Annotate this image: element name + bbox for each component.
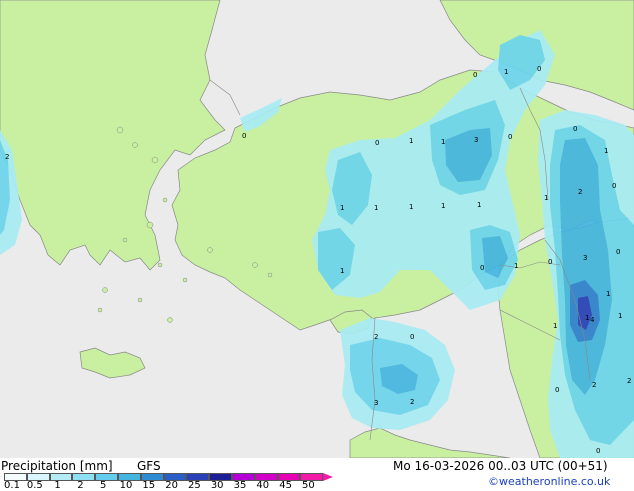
point-label: 2	[374, 333, 378, 341]
legend-tick-label: 20	[165, 480, 178, 491]
point-label: 1	[409, 137, 413, 145]
legend-tick-label: 1	[54, 480, 61, 491]
legend-tick-label: 45	[279, 480, 292, 491]
point-label: 2	[627, 377, 631, 385]
forecast-timestamp: Mo 16-03-2026 00..03 UTC (00+51)	[393, 459, 608, 473]
point-label: 3	[474, 136, 478, 144]
point-label: 0	[508, 133, 512, 141]
point-label: 1	[618, 312, 622, 320]
point-label: 1	[544, 194, 548, 202]
point-label: 1	[504, 68, 508, 76]
legend-swatch	[95, 473, 118, 481]
legend-title: Precipitation [mm]	[1, 459, 113, 473]
point-label: 0	[548, 258, 552, 266]
point-label: 0	[480, 264, 484, 272]
legend-tick-label: 5	[100, 480, 107, 491]
legend-tick-label: 25	[188, 480, 201, 491]
point-label: 0	[242, 132, 246, 140]
legend-tick-label: 50	[302, 480, 315, 491]
point-label: 1	[514, 262, 518, 270]
legend-tick-label: 2	[77, 480, 84, 491]
precipitation-map: 0 1 0 0 0 1 3 1 0 1 1 1 1 1 1 1 2 1 1 0 …	[0, 0, 634, 458]
point-label: 1	[477, 201, 481, 209]
point-label: 3	[374, 399, 378, 407]
point-label: 2	[410, 398, 414, 406]
point-label: 1	[340, 204, 344, 212]
point-label: 0	[375, 139, 379, 147]
legend-tick-label: 0.5	[26, 480, 43, 491]
point-label: 1	[553, 322, 557, 330]
point-label: 2	[592, 381, 596, 389]
point-label: 0	[612, 182, 616, 190]
point-label: 0	[573, 125, 577, 133]
point-label: 0	[555, 386, 559, 394]
point-label: 0	[537, 65, 541, 73]
legend-footer: Precipitation [mm] GFS Mo 16-03-2026 00.…	[0, 458, 634, 491]
point-label: 1	[340, 267, 344, 275]
point-label: 2	[578, 188, 582, 196]
legend-swatch	[49, 473, 73, 481]
point-label: 1	[604, 147, 608, 155]
legend-arrow	[323, 473, 334, 481]
point-label: 0	[473, 71, 477, 79]
point-label: 0	[596, 447, 600, 455]
model-name: GFS	[137, 459, 161, 473]
legend-tick-label: 15	[142, 480, 156, 491]
legend-tick-label: 40	[256, 480, 270, 491]
point-label: 1	[374, 204, 378, 212]
point-label: 0	[410, 333, 414, 341]
point-label: 1	[441, 138, 445, 146]
point-label: 1	[409, 203, 413, 211]
point-label: 0	[616, 248, 620, 256]
point-label: 1	[585, 314, 589, 322]
legend-tick-label: 10	[119, 480, 133, 491]
point-label: 4	[590, 316, 595, 324]
credit-link[interactable]: ©weatheronline.co.uk	[488, 475, 610, 488]
legend-tick-label: 0.1	[4, 480, 20, 491]
point-label: 1	[441, 202, 445, 210]
point-label: 3	[583, 254, 587, 262]
legend-tick-label: 35	[233, 480, 247, 491]
legend-tick-label: 30	[210, 480, 224, 491]
point-label: 2	[5, 153, 9, 161]
legend-swatch	[72, 473, 96, 481]
point-label: 1	[606, 290, 610, 298]
